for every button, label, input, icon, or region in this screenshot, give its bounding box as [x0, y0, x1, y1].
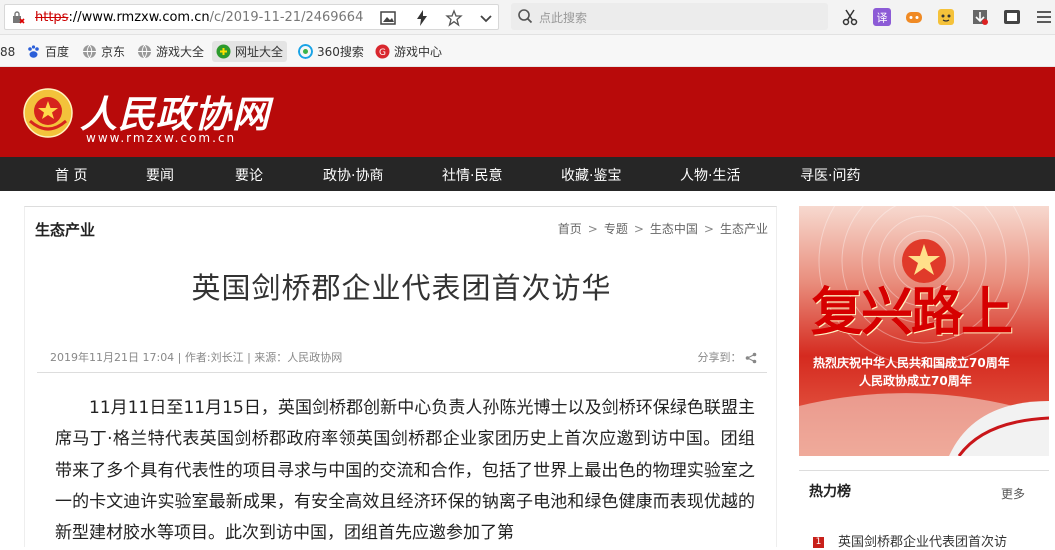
- main-nav: 首 页 要闻 要论 政协·协商 社情·民意 收藏·鉴宝 人物·生活 寻医·问药: [0, 157, 1055, 191]
- nav-opinion[interactable]: 要论: [235, 165, 263, 185]
- hot-list-panel: 热力榜 更多 1 英国剑桥郡企业代表团首次访: [799, 470, 1049, 550]
- search-placeholder: 点此搜索: [539, 11, 588, 25]
- site-header: 人民政协网 www.rmzxw.com.cn: [0, 67, 1055, 157]
- bookmark-label: 游戏中心: [394, 45, 443, 59]
- banner-caption-line: 热烈庆祝中华人民共和国成立70周年: [813, 356, 1010, 370]
- article-paragraph: 11月11日至11月15日，英国剑桥郡创新中心负责人孙陈光博士以及剑桥环保绿色联…: [55, 398, 755, 544]
- nav-medical[interactable]: 寻医·问药: [800, 165, 860, 185]
- hot-list-title: 热力榜: [809, 484, 851, 500]
- section-tag[interactable]: 生态产业: [35, 219, 95, 240]
- bookmark-site-nav[interactable]: 网址大全: [212, 41, 288, 62]
- bookmark-label: 百度: [45, 45, 70, 59]
- nav-home[interactable]: 首 页: [55, 165, 87, 185]
- globe-icon: [138, 44, 151, 59]
- svg-text:G: G: [379, 48, 386, 58]
- site-logo-title[interactable]: 人民政协网: [80, 84, 270, 138]
- site-logo-url: www.rmzxw.com.cn: [86, 131, 237, 145]
- hot-list-more-link[interactable]: 更多: [1001, 485, 1025, 502]
- banner-title: 复兴路上: [811, 282, 1013, 343]
- gamepad-icon[interactable]: [904, 7, 924, 27]
- menu-icon[interactable]: [1034, 7, 1054, 27]
- translate-icon[interactable]: 译: [872, 7, 892, 27]
- breadcrumb-item[interactable]: 生态产业: [720, 222, 768, 236]
- article-body: 11月11日至11月15日，英国剑桥郡创新中心负责人孙陈光博士以及剑桥环保绿色联…: [55, 393, 755, 549]
- share-label: 分享到：: [697, 351, 742, 364]
- breadcrumb-item[interactable]: 专题: [604, 222, 628, 236]
- game-center-icon: G: [375, 44, 390, 59]
- lightning-icon[interactable]: [413, 9, 431, 27]
- scissors-icon[interactable]: [840, 7, 860, 27]
- article-title: 英国剑桥郡企业代表团首次访华: [191, 271, 612, 305]
- breadcrumb-item[interactable]: 生态中国: [650, 222, 698, 236]
- site-nav-icon: [216, 44, 231, 59]
- breadcrumb-separator: >: [633, 222, 644, 236]
- breadcrumb-separator: >: [703, 222, 714, 236]
- bookmark-label: 88: [0, 44, 16, 59]
- url-host: ://www.rmzxw.com.cn: [68, 10, 210, 25]
- reader-icon[interactable]: [1002, 7, 1022, 27]
- bookmark-games[interactable]: 游戏大全: [137, 41, 204, 62]
- article-container: 生态产业 首页 > 专题 > 生态中国 > 生态产业 英国剑桥郡企业代表团首次访华 2019…: [24, 206, 777, 547]
- bookmark-88[interactable]: 88: [0, 41, 15, 62]
- browser-toolbar: https://www.rmzxw.com.cn/c/2019-11-21/24…: [0, 0, 1055, 35]
- insecure-lock-icon[interactable]: [11, 10, 25, 24]
- 360-icon: [298, 44, 313, 59]
- chevron-down-icon[interactable]: [477, 9, 495, 27]
- url-path: /c/2019-11-21/2469664: [209, 10, 364, 25]
- bookmark-360-search[interactable]: 360搜索: [298, 41, 364, 62]
- breadcrumb-separator: >: [587, 222, 598, 236]
- nav-public-opinion[interactable]: 社情·民意: [442, 165, 502, 185]
- bookmark-game-center[interactable]: G 游戏中心: [375, 41, 442, 62]
- hot-list-item[interactable]: 1 英国剑桥郡企业代表团首次访: [813, 531, 1007, 550]
- baidu-icon: [28, 45, 39, 58]
- hot-item-title: 英国剑桥郡企业代表团首次访: [838, 535, 1008, 550]
- cppcc-emblem-icon[interactable]: [22, 87, 74, 139]
- nav-collection[interactable]: 收藏·鉴宝: [561, 165, 621, 185]
- breadcrumb: 首页 > 专题 > 生态中国 > 生态产业: [558, 220, 768, 237]
- nav-news[interactable]: 要闻: [146, 165, 174, 185]
- search-box[interactable]: 点此搜索: [511, 3, 828, 30]
- bookmark-baidu[interactable]: 百度: [26, 41, 69, 62]
- globe-icon: [83, 44, 96, 59]
- download-icon[interactable]: [970, 7, 990, 27]
- banner-caption-line: 人民政协成立70周年: [859, 374, 972, 388]
- bookmark-jd[interactable]: 京东: [82, 41, 125, 62]
- url-text[interactable]: https://www.rmzxw.com.cn/c/2019-11-21/24…: [35, 10, 370, 25]
- address-bar[interactable]: https://www.rmzxw.com.cn/c/2019-11-21/24…: [4, 4, 499, 30]
- url-scheme: https: [35, 10, 69, 25]
- bookmark-label: 京东: [101, 45, 126, 59]
- screenshot-icon[interactable]: [379, 9, 397, 27]
- sidebar-banner-ad[interactable]: 复兴路上 热烈庆祝中华人民共和国成立70周年 人民政协成立70周年: [799, 206, 1049, 456]
- bookmarks-bar: 88 百度 京东 游戏大全 网址大全 360搜索 G 游戏中心: [0, 35, 1055, 67]
- article-meta-bar: 2019年11月21日 17:04 | 作者:刘长江 | 来源：人民政协网 分享…: [37, 343, 767, 373]
- breadcrumb-item[interactable]: 首页: [558, 222, 582, 236]
- share-icon: [745, 352, 757, 364]
- star-icon[interactable]: [445, 9, 463, 27]
- svg-text:译: 译: [877, 12, 888, 25]
- article-meta: 2019年11月21日 17:04 | 作者:刘长江 | 来源：人民政协网: [50, 351, 343, 364]
- cat-avatar-icon[interactable]: [936, 7, 956, 27]
- search-icon: [518, 9, 533, 24]
- bookmark-label: 网址大全: [235, 45, 284, 59]
- share-button[interactable]: 分享到：: [698, 349, 758, 365]
- bookmark-label: 游戏大全: [156, 45, 205, 59]
- nav-people-life[interactable]: 人物·生活: [680, 165, 740, 185]
- nav-consultation[interactable]: 政协·协商: [323, 165, 383, 185]
- bookmark-label: 360搜索: [317, 45, 364, 59]
- hot-rank-badge: 1: [813, 537, 824, 548]
